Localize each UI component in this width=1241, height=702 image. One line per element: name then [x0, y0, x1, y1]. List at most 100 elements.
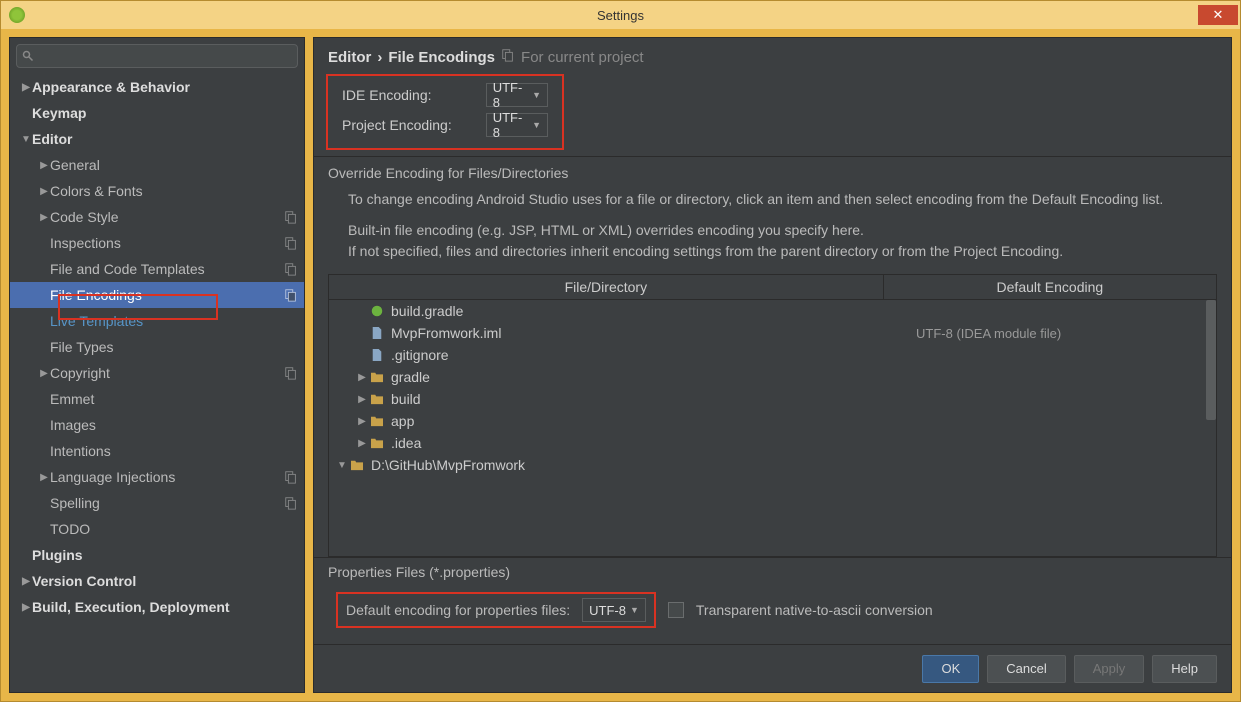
file-encoding: UTF-8 (IDEA module file)	[916, 326, 1216, 341]
transparent-ascii-checkbox[interactable]	[668, 602, 684, 618]
sidebar-item-label: File Types	[50, 339, 298, 355]
sidebar-item-code-style[interactable]: ▶Code Style	[10, 204, 304, 230]
sidebar-item-label: Inspections	[50, 235, 284, 251]
file-icon	[369, 325, 385, 341]
project-scope-icon	[284, 288, 298, 302]
properties-encoding-label: Default encoding for properties files:	[346, 602, 570, 618]
breadcrumb-current: File Encodings	[388, 49, 495, 66]
folder-icon	[369, 413, 385, 429]
properties-section-title: Properties Files (*.properties)	[328, 564, 1217, 580]
sidebar-item-spelling[interactable]: Spelling	[10, 490, 304, 516]
project-scope-icon	[284, 470, 298, 484]
sidebar-item-label: Images	[50, 417, 298, 433]
override-description-1: To change encoding Android Studio uses f…	[314, 185, 1231, 216]
sidebar-item-label: Code Style	[50, 209, 284, 225]
cancel-button[interactable]: Cancel	[987, 655, 1065, 683]
sidebar-item-editor[interactable]: ▼Editor	[10, 126, 304, 152]
expand-arrow-icon: ▶	[355, 416, 369, 427]
sidebar-item-label: Plugins	[32, 547, 298, 563]
search-input[interactable]	[16, 44, 298, 68]
override-section-title: Override Encoding for Files/Directories	[314, 156, 1231, 185]
sidebar-item-copyright[interactable]: ▶Copyright	[10, 360, 304, 386]
table-row[interactable]: ▶ app	[329, 410, 1216, 432]
sidebar-item-label: General	[50, 157, 298, 173]
sidebar-item-appearance-behavior[interactable]: ▶Appearance & Behavior	[10, 74, 304, 100]
expand-arrow-icon: ▶	[38, 212, 50, 223]
project-scope-icon	[284, 496, 298, 510]
sidebar-item-label: Colors & Fonts	[50, 183, 298, 199]
gradle-icon	[369, 303, 385, 319]
sidebar-item-colors-fonts[interactable]: ▶Colors & Fonts	[10, 178, 304, 204]
file-name: build	[391, 391, 916, 407]
chevron-down-icon: ▼	[630, 605, 639, 615]
sidebar-item-images[interactable]: Images	[10, 412, 304, 438]
table-row[interactable]: build.gradle	[329, 300, 1216, 322]
file-name: app	[391, 413, 916, 429]
properties-encoding-dropdown[interactable]: UTF-8▼	[582, 598, 646, 622]
sidebar-item-label: Intentions	[50, 443, 298, 459]
table-header-encoding[interactable]: Default Encoding	[884, 275, 1216, 299]
table-body[interactable]: build.gradle MvpFromwork.imlUTF-8 (IDEA m…	[329, 300, 1216, 556]
help-button[interactable]: Help	[1152, 655, 1217, 683]
sidebar-item-intentions[interactable]: Intentions	[10, 438, 304, 464]
settings-tree[interactable]: ▶Appearance & BehaviorKeymap▼Editor▶Gene…	[10, 74, 304, 692]
folder-icon	[369, 369, 385, 385]
ok-button[interactable]: OK	[922, 655, 979, 683]
sidebar-item-live-templates[interactable]: Live Templates	[10, 308, 304, 334]
sidebar-item-file-and-code-templates[interactable]: File and Code Templates	[10, 256, 304, 282]
app-icon	[9, 7, 25, 23]
table-row[interactable]: MvpFromwork.imlUTF-8 (IDEA module file)	[329, 322, 1216, 344]
sidebar-item-build-execution-deployment[interactable]: ▶Build, Execution, Deployment	[10, 594, 304, 620]
table-row[interactable]: ▼ D:\GitHub\MvpFromwork	[329, 454, 1216, 476]
project-scope-icon	[284, 262, 298, 276]
sidebar-item-file-types[interactable]: File Types	[10, 334, 304, 360]
table-row[interactable]: ▶ .idea	[329, 432, 1216, 454]
file-icon	[369, 347, 385, 363]
sidebar-item-version-control[interactable]: ▶Version Control	[10, 568, 304, 594]
sidebar-item-language-injections[interactable]: ▶Language Injections	[10, 464, 304, 490]
close-button[interactable]: ✕	[1198, 5, 1238, 25]
breadcrumb: Editor › File Encodings For current proj…	[314, 38, 1231, 72]
project-scope-icon	[284, 210, 298, 224]
sidebar-item-inspections[interactable]: Inspections	[10, 230, 304, 256]
sidebar-item-plugins[interactable]: Plugins	[10, 542, 304, 568]
override-description-2: Built-in file encoding (e.g. JSP, HTML o…	[314, 216, 1231, 268]
settings-sidebar: ▶Appearance & BehaviorKeymap▼Editor▶Gene…	[9, 37, 305, 693]
scrollbar-thumb[interactable]	[1206, 300, 1216, 420]
encoding-table: File/Directory Default Encoding build.gr…	[328, 274, 1217, 557]
table-row[interactable]: .gitignore	[329, 344, 1216, 366]
sidebar-item-todo[interactable]: TODO	[10, 516, 304, 542]
scrollbar[interactable]	[1206, 300, 1216, 556]
table-header-file[interactable]: File/Directory	[329, 275, 884, 299]
file-name: gradle	[391, 369, 916, 385]
table-row[interactable]: ▶gradle	[329, 366, 1216, 388]
file-name: D:\GitHub\MvpFromwork	[371, 457, 916, 473]
folder-icon	[369, 391, 385, 407]
table-row[interactable]: ▶ build	[329, 388, 1216, 410]
ide-encoding-dropdown[interactable]: UTF-8▼	[486, 83, 548, 107]
expand-arrow-icon: ▶	[20, 576, 32, 587]
expand-arrow-icon: ▶	[20, 82, 32, 93]
encoding-highlight: IDE Encoding: UTF-8▼ Project Encoding: U…	[326, 74, 564, 150]
ide-encoding-label: IDE Encoding:	[342, 87, 486, 103]
sidebar-item-label: Keymap	[32, 105, 298, 121]
button-bar: OK Cancel Apply Help	[314, 644, 1231, 692]
sidebar-item-label: Language Injections	[50, 469, 284, 485]
project-scope-icon	[284, 236, 298, 250]
file-name: .idea	[391, 435, 916, 451]
sidebar-item-label: Live Templates	[50, 313, 298, 329]
search-icon	[22, 49, 34, 61]
sidebar-item-keymap[interactable]: Keymap	[10, 100, 304, 126]
file-name: build.gradle	[391, 303, 916, 319]
expand-arrow-icon: ▶	[38, 186, 50, 197]
expand-arrow-icon: ▼	[335, 460, 349, 471]
apply-button[interactable]: Apply	[1074, 655, 1145, 683]
sidebar-item-label: File Encodings	[50, 287, 284, 303]
project-scope-icon	[501, 48, 515, 66]
expand-arrow-icon: ▶	[355, 438, 369, 449]
sidebar-item-general[interactable]: ▶General	[10, 152, 304, 178]
sidebar-item-emmet[interactable]: Emmet	[10, 386, 304, 412]
project-encoding-dropdown[interactable]: UTF-8▼	[486, 113, 548, 137]
sidebar-item-file-encodings[interactable]: File Encodings	[10, 282, 304, 308]
expand-arrow-icon: ▶	[355, 394, 369, 405]
